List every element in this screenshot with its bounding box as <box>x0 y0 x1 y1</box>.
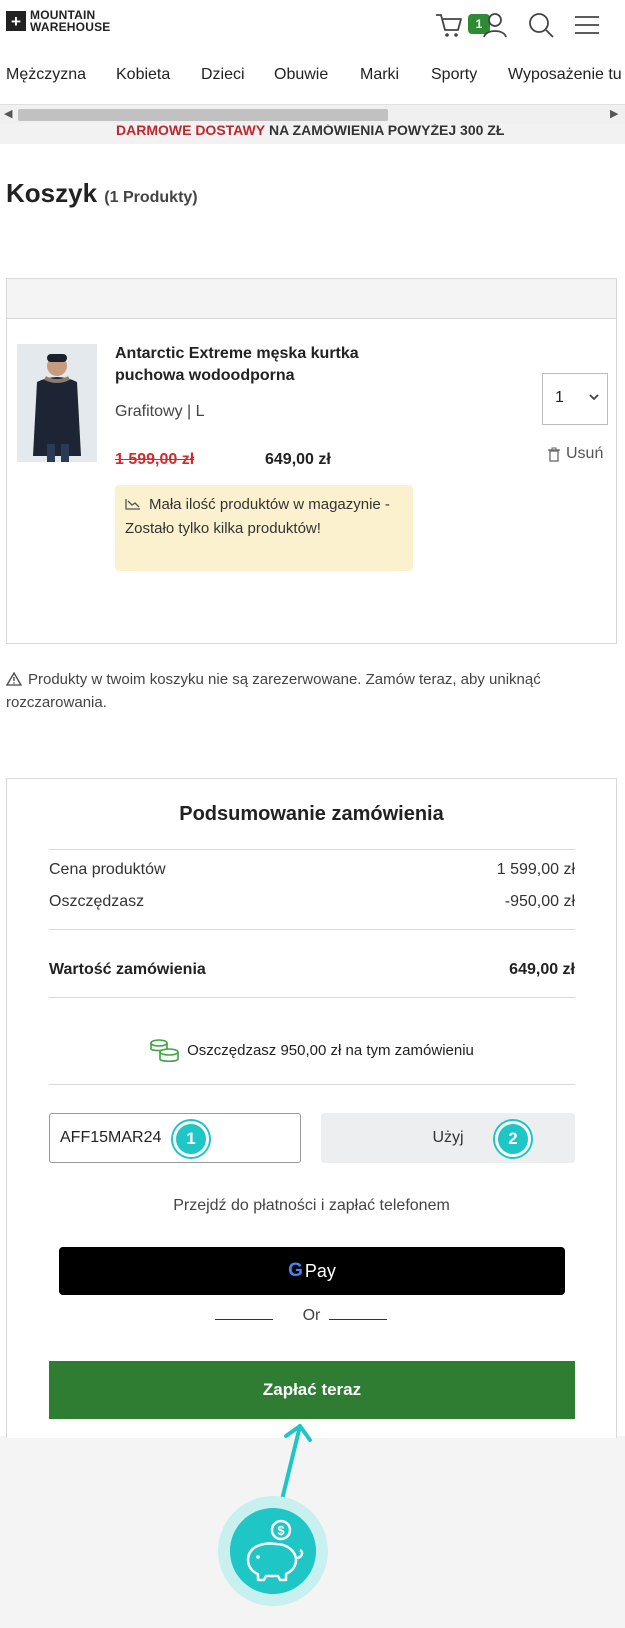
promo-banner: DARMOWE DOSTAWY NA ZAMÓWIENIA POWYŻEJ 30… <box>0 124 625 144</box>
nav-item-women[interactable]: Kobieta <box>116 66 170 84</box>
google-pay-button[interactable]: G Pay <box>59 1247 565 1295</box>
divider <box>329 1319 387 1320</box>
saving-message: Oszczędzasz 950,00 zł na tym zamówieniu <box>7 1037 616 1063</box>
logo-mark: + <box>6 11 26 31</box>
scroll-right-arrow-icon[interactable]: ▶ <box>610 107 618 120</box>
promo-text: NA ZAMÓWIENIA POWYŻEJ 300 ZŁ <box>265 124 505 138</box>
saving-text: Oszczędzasz 950,00 zł na tym zamówieniu <box>187 1041 474 1059</box>
order-summary: Podsumowanie zamówienia Cena produktów 1… <box>6 778 617 1438</box>
coins-icon <box>150 1039 179 1063</box>
reservation-warning: Produkty w twoim koszyku nie są zarezerw… <box>6 668 618 714</box>
savings-label: Oszczędzasz <box>49 893 145 910</box>
step-marker-1: 1 <box>173 1121 209 1157</box>
remove-button[interactable]: Usuń <box>547 445 603 463</box>
promo-highlight: DARMOWE DOSTAWY <box>116 124 266 138</box>
product-name[interactable]: Antarctic Extreme męska kurtka puchowa w… <box>115 343 415 387</box>
scroll-left-arrow-icon[interactable]: ◀ <box>4 107 12 120</box>
nav-item-equipment[interactable]: Wyposażenie tu <box>508 66 622 84</box>
brand-logo[interactable]: + MOUNTAIN WAREHOUSE <box>6 9 110 33</box>
page-title-text: Koszyk <box>6 178 98 208</box>
basket-card-header <box>7 279 616 319</box>
subtotal-label: Cena produktów <box>49 861 166 878</box>
google-g-icon: G <box>288 1260 303 1281</box>
price-current: 649,00 zł <box>265 451 331 468</box>
reservation-warning-text: Produkty w twoim koszyku nie są zarezerw… <box>6 671 541 711</box>
or-separator: Or <box>302 1307 321 1324</box>
chevron-down-icon <box>589 394 599 401</box>
savings-value: -950,00 zł <box>504 893 575 910</box>
total-label: Wartość zamówienia <box>49 961 206 978</box>
subtotal-value: 1 599,00 zł <box>496 861 575 878</box>
nav-item-kids[interactable]: Dzieci <box>201 66 245 84</box>
quantity-value: 1 <box>555 389 564 406</box>
product-image[interactable] <box>17 344 97 462</box>
divider <box>49 929 575 930</box>
step-marker-2: 2 <box>495 1121 531 1157</box>
cart-icon[interactable] <box>434 10 464 40</box>
google-pay-label: Pay <box>304 1260 336 1281</box>
nav-item-brands[interactable]: Marki <box>360 66 399 84</box>
apply-code-button[interactable]: Użyj <box>321 1113 575 1163</box>
basket-card: Antarctic Extreme męska kurtka puchowa w… <box>6 278 617 644</box>
dollar-symbol: $ <box>277 1523 285 1538</box>
nav-item-footwear[interactable]: Obuwie <box>274 66 328 84</box>
divider <box>49 1084 575 1085</box>
low-stock-text: Mała ilość produktów w magazynie - Zosta… <box>125 496 390 537</box>
scroll-thumb[interactable] <box>18 109 388 121</box>
divider <box>49 997 575 998</box>
total-value: 649,00 zł <box>509 961 575 978</box>
nav-item-men[interactable]: Mężczyzna <box>6 66 86 84</box>
logo-line-2: WAREHOUSE <box>30 20 111 34</box>
page: + MOUNTAIN WAREHOUSE 1 Mężczyzna Kobieta… <box>0 0 625 1438</box>
trash-icon <box>548 447 560 462</box>
piggy-bank-icon: $ <box>230 1508 316 1594</box>
mobile-pay-text: Przejdź do płatności i zapłać telefonem <box>173 1197 450 1214</box>
warning-icon <box>6 672 22 686</box>
search-icon[interactable] <box>526 10 556 40</box>
quantity-select[interactable]: 1 <box>542 373 608 425</box>
product-variant: Grafitowy | L <box>115 403 205 420</box>
nav-scrollbar[interactable]: ◀ ▶ <box>0 104 625 124</box>
chart-down-icon <box>125 499 140 510</box>
divider <box>49 849 575 850</box>
low-stock-notice: Mała ilość produktów w magazynie - Zosta… <box>115 485 413 571</box>
nav-item-sports[interactable]: Sporty <box>431 66 477 84</box>
summary-title: Podsumowanie zamówienia <box>179 803 444 825</box>
site-header: + MOUNTAIN WAREHOUSE 1 <box>0 0 625 48</box>
category-nav: Mężczyzna Kobieta Dzieci Obuwie Marki Sp… <box>0 56 625 96</box>
page-title: Koszyk (1 Produkty) <box>6 178 198 209</box>
remove-label: Usuń <box>566 445 604 462</box>
account-icon[interactable] <box>480 10 510 40</box>
pay-now-button[interactable]: Zapłać teraz <box>49 1361 575 1419</box>
price-original: 1 599,00 zł <box>115 451 195 468</box>
page-title-count: (1 Produkty) <box>104 189 198 206</box>
menu-icon[interactable] <box>572 10 602 40</box>
